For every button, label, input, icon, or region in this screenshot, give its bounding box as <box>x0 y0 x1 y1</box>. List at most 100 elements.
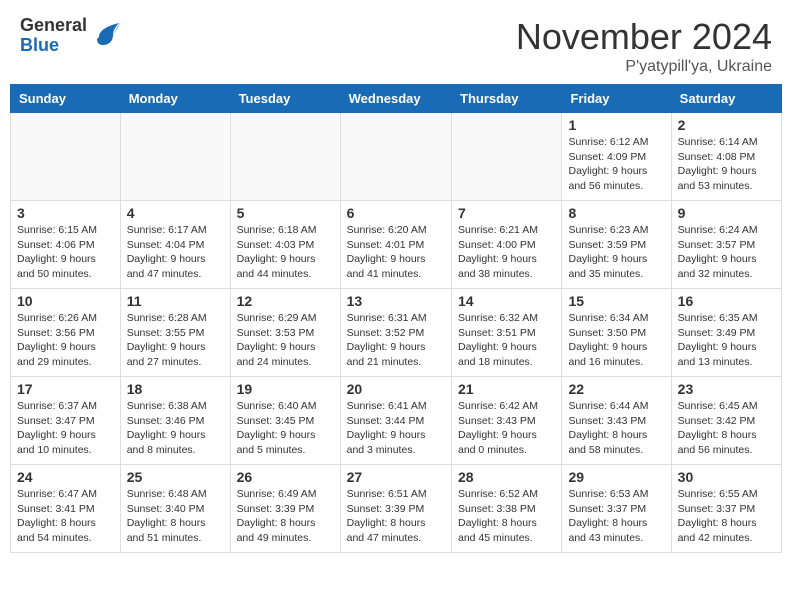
title-area: November 2024 P'yatypill'ya, Ukraine <box>516 16 772 76</box>
day-cell: 19 Sunrise: 6:40 AM Sunset: 3:45 PM Dayli… <box>230 377 340 465</box>
day-number: 18 <box>127 381 224 397</box>
day-info: Sunrise: 6:12 AM Sunset: 4:09 PM Dayligh… <box>568 135 664 194</box>
day-info: Sunrise: 6:24 AM Sunset: 3:57 PM Dayligh… <box>678 223 775 282</box>
day-info: Sunrise: 6:49 AM Sunset: 3:39 PM Dayligh… <box>237 487 334 546</box>
day-number: 3 <box>17 205 114 221</box>
day-number: 16 <box>678 293 775 309</box>
day-info: Sunrise: 6:53 AM Sunset: 3:37 PM Dayligh… <box>568 487 664 546</box>
day-info: Sunrise: 6:21 AM Sunset: 4:00 PM Dayligh… <box>458 223 555 282</box>
day-info: Sunrise: 6:42 AM Sunset: 3:43 PM Dayligh… <box>458 399 555 458</box>
day-number: 24 <box>17 469 114 485</box>
day-cell: 30 Sunrise: 6:55 AM Sunset: 3:37 PM Dayli… <box>671 465 781 553</box>
day-info: Sunrise: 6:48 AM Sunset: 3:40 PM Dayligh… <box>127 487 224 546</box>
day-cell: 12 Sunrise: 6:29 AM Sunset: 3:53 PM Dayli… <box>230 289 340 377</box>
day-cell: 23Sunrise: 6:45 AM Sunset: 3:42 PM Dayli… <box>671 377 781 465</box>
day-number: 29 <box>568 469 664 485</box>
calendar-wrapper: Sunday Monday Tuesday Wednesday Thursday… <box>0 84 792 563</box>
header-thursday: Thursday <box>452 85 562 113</box>
header-sunday: Sunday <box>11 85 121 113</box>
day-cell: 18 Sunrise: 6:38 AM Sunset: 3:46 PM Dayli… <box>120 377 230 465</box>
calendar-week-4: 24Sunrise: 6:47 AM Sunset: 3:41 PM Dayli… <box>11 465 782 553</box>
logo-icon <box>91 17 123 54</box>
calendar-week-3: 17 Sunrise: 6:37 AM Sunset: 3:47 PM Dayli… <box>11 377 782 465</box>
calendar: Sunday Monday Tuesday Wednesday Thursday… <box>10 84 782 553</box>
day-cell: 7 Sunrise: 6:21 AM Sunset: 4:00 PM Daylig… <box>452 201 562 289</box>
day-info: Sunrise: 6:15 AM Sunset: 4:06 PM Dayligh… <box>17 223 114 282</box>
day-cell: 22 Sunrise: 6:44 AM Sunset: 3:43 PM Dayli… <box>562 377 671 465</box>
day-number: 27 <box>347 469 445 485</box>
month-title: November 2024 <box>516 16 772 58</box>
day-info: Sunrise: 6:37 AM Sunset: 3:47 PM Dayligh… <box>17 399 114 458</box>
header-tuesday: Tuesday <box>230 85 340 113</box>
day-cell: 15 Sunrise: 6:34 AM Sunset: 3:50 PM Dayli… <box>562 289 671 377</box>
day-number: 20 <box>347 381 445 397</box>
day-cell <box>340 113 451 201</box>
day-number: 25 <box>127 469 224 485</box>
day-info: Sunrise: 6:31 AM Sunset: 3:52 PM Dayligh… <box>347 311 445 370</box>
day-number: 22 <box>568 381 664 397</box>
day-number: 4 <box>127 205 224 221</box>
day-cell: 5 Sunrise: 6:18 AM Sunset: 4:03 PM Daylig… <box>230 201 340 289</box>
day-info: Sunrise: 6:51 AM Sunset: 3:39 PM Dayligh… <box>347 487 445 546</box>
day-info: Sunrise: 6:35 AM Sunset: 3:49 PM Dayligh… <box>678 311 775 370</box>
calendar-week-0: 1 Sunrise: 6:12 AM Sunset: 4:09 PM Daylig… <box>11 113 782 201</box>
day-cell: 8 Sunrise: 6:23 AM Sunset: 3:59 PM Daylig… <box>562 201 671 289</box>
day-number: 23 <box>678 381 775 397</box>
logo: General Blue <box>20 16 123 56</box>
day-cell <box>452 113 562 201</box>
day-number: 5 <box>237 205 334 221</box>
day-cell: 25 Sunrise: 6:48 AM Sunset: 3:40 PM Dayli… <box>120 465 230 553</box>
calendar-week-1: 3 Sunrise: 6:15 AM Sunset: 4:06 PM Daylig… <box>11 201 782 289</box>
day-number: 8 <box>568 205 664 221</box>
day-info: Sunrise: 6:23 AM Sunset: 3:59 PM Dayligh… <box>568 223 664 282</box>
day-info: Sunrise: 6:40 AM Sunset: 3:45 PM Dayligh… <box>237 399 334 458</box>
header-wednesday: Wednesday <box>340 85 451 113</box>
location: P'yatypill'ya, Ukraine <box>516 58 772 76</box>
day-cell: 13Sunrise: 6:31 AM Sunset: 3:52 PM Dayli… <box>340 289 451 377</box>
day-cell <box>230 113 340 201</box>
day-info: Sunrise: 6:34 AM Sunset: 3:50 PM Dayligh… <box>568 311 664 370</box>
day-cell: 27 Sunrise: 6:51 AM Sunset: 3:39 PM Dayli… <box>340 465 451 553</box>
day-info: Sunrise: 6:38 AM Sunset: 3:46 PM Dayligh… <box>127 399 224 458</box>
day-cell: 29 Sunrise: 6:53 AM Sunset: 3:37 PM Dayli… <box>562 465 671 553</box>
day-cell: 24Sunrise: 6:47 AM Sunset: 3:41 PM Dayli… <box>11 465 121 553</box>
day-cell: 9 Sunrise: 6:24 AM Sunset: 3:57 PM Daylig… <box>671 201 781 289</box>
day-number: 12 <box>237 293 334 309</box>
day-number: 7 <box>458 205 555 221</box>
header-monday: Monday <box>120 85 230 113</box>
day-cell: 1 Sunrise: 6:12 AM Sunset: 4:09 PM Daylig… <box>562 113 671 201</box>
day-number: 30 <box>678 469 775 485</box>
logo-blue: Blue <box>20 36 87 56</box>
day-number: 1 <box>568 117 664 133</box>
calendar-week-2: 10 Sunrise: 6:26 AM Sunset: 3:56 PM Dayli… <box>11 289 782 377</box>
day-number: 19 <box>237 381 334 397</box>
day-info: Sunrise: 6:41 AM Sunset: 3:44 PM Dayligh… <box>347 399 445 458</box>
day-number: 10 <box>17 293 114 309</box>
day-cell <box>120 113 230 201</box>
day-info: Sunrise: 6:32 AM Sunset: 3:51 PM Dayligh… <box>458 311 555 370</box>
day-info: Sunrise: 6:44 AM Sunset: 3:43 PM Dayligh… <box>568 399 664 458</box>
day-number: 15 <box>568 293 664 309</box>
day-info: Sunrise: 6:52 AM Sunset: 3:38 PM Dayligh… <box>458 487 555 546</box>
day-info: Sunrise: 6:55 AM Sunset: 3:37 PM Dayligh… <box>678 487 775 546</box>
day-number: 14 <box>458 293 555 309</box>
day-cell: 10 Sunrise: 6:26 AM Sunset: 3:56 PM Dayli… <box>11 289 121 377</box>
day-info: Sunrise: 6:17 AM Sunset: 4:04 PM Dayligh… <box>127 223 224 282</box>
day-cell: 16 Sunrise: 6:35 AM Sunset: 3:49 PM Dayli… <box>671 289 781 377</box>
day-cell: 11Sunrise: 6:28 AM Sunset: 3:55 PM Dayli… <box>120 289 230 377</box>
day-number: 17 <box>17 381 114 397</box>
day-cell: 21Sunrise: 6:42 AM Sunset: 3:43 PM Dayli… <box>452 377 562 465</box>
day-cell <box>11 113 121 201</box>
calendar-header-row: Sunday Monday Tuesday Wednesday Thursday… <box>11 85 782 113</box>
day-number: 6 <box>347 205 445 221</box>
day-cell: 14 Sunrise: 6:32 AM Sunset: 3:51 PM Dayli… <box>452 289 562 377</box>
day-info: Sunrise: 6:26 AM Sunset: 3:56 PM Dayligh… <box>17 311 114 370</box>
day-info: Sunrise: 6:28 AM Sunset: 3:55 PM Dayligh… <box>127 311 224 370</box>
day-number: 28 <box>458 469 555 485</box>
day-cell: 20 Sunrise: 6:41 AM Sunset: 3:44 PM Dayli… <box>340 377 451 465</box>
day-info: Sunrise: 6:29 AM Sunset: 3:53 PM Dayligh… <box>237 311 334 370</box>
header-saturday: Saturday <box>671 85 781 113</box>
day-number: 9 <box>678 205 775 221</box>
day-info: Sunrise: 6:18 AM Sunset: 4:03 PM Dayligh… <box>237 223 334 282</box>
day-number: 26 <box>237 469 334 485</box>
